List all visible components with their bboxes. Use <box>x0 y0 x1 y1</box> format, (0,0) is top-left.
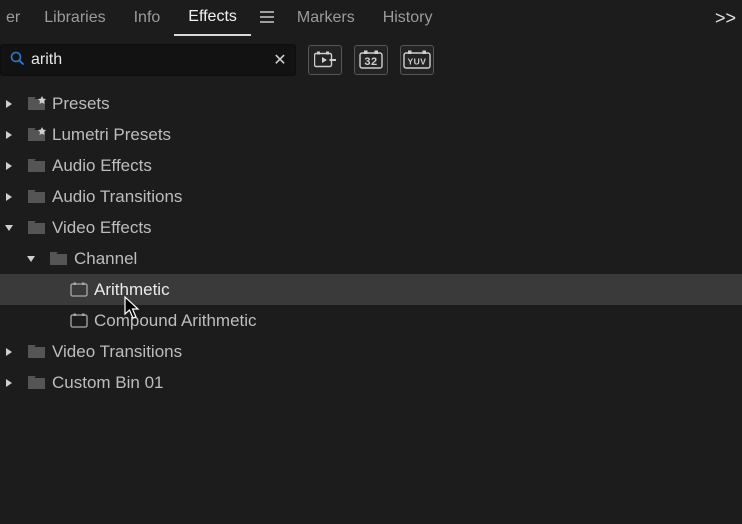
search-input[interactable] <box>25 45 269 75</box>
chevron-right-icon <box>2 347 16 357</box>
folder-icon <box>26 375 48 391</box>
tab-history[interactable]: History <box>369 0 447 36</box>
overflow-icon: >> <box>715 8 736 29</box>
effect-icon <box>68 313 90 329</box>
tab-info[interactable]: Info <box>120 0 175 36</box>
search-clear-button[interactable]: ✕ <box>269 49 291 71</box>
folder-label: Lumetri Presets <box>48 125 171 145</box>
effects-tree: Presets Lumetri Presets Audio Effects Au… <box>0 84 742 398</box>
folder-star-icon <box>26 96 48 112</box>
chevron-right-icon <box>2 378 16 388</box>
chevron-right-icon <box>2 192 16 202</box>
folder-icon <box>26 189 48 205</box>
folder-icon <box>26 220 48 236</box>
folder-custom-bin[interactable]: Custom Bin 01 <box>0 367 742 398</box>
panel-tab-bar: er Libraries Info Effects Markers Histor… <box>0 0 742 36</box>
tab-effects[interactable]: Effects <box>174 0 251 36</box>
folder-audio-effects[interactable]: Audio Effects <box>0 150 742 181</box>
chevron-right-icon <box>2 161 16 171</box>
badge-32-icon: 32 <box>359 50 383 70</box>
folder-lumetri-presets[interactable]: Lumetri Presets <box>0 119 742 150</box>
tab-label: Effects <box>188 8 237 26</box>
search-icon <box>9 50 25 70</box>
badge-yuv-icon: YUV <box>403 50 431 70</box>
folder-star-icon <box>26 127 48 143</box>
effect-arithmetic[interactable]: Arithmetic <box>0 274 742 305</box>
chevron-down-icon <box>24 254 38 264</box>
folder-presets[interactable]: Presets <box>0 88 742 119</box>
folder-label: Presets <box>48 94 110 114</box>
32bit-filter-button[interactable]: 32 <box>354 45 388 75</box>
folder-label: Audio Transitions <box>48 187 182 207</box>
tabs-overflow-button[interactable]: >> <box>709 0 742 36</box>
folder-label: Audio Effects <box>48 156 152 176</box>
folder-audio-transitions[interactable]: Audio Transitions <box>0 181 742 212</box>
folder-channel[interactable]: Channel <box>0 243 742 274</box>
svg-text:YUV: YUV <box>408 57 427 67</box>
tab-label: Markers <box>297 9 355 27</box>
folder-icon <box>26 158 48 174</box>
tab-label: Libraries <box>44 9 105 27</box>
folder-label: Video Effects <box>48 218 152 238</box>
folder-label: Video Transitions <box>48 342 182 362</box>
accelerated-effects-filter-button[interactable] <box>308 45 342 75</box>
chevron-right-icon <box>2 99 16 109</box>
chevron-right-icon <box>2 130 16 140</box>
effect-compound-arithmetic[interactable]: Compound Arithmetic <box>0 305 742 336</box>
effects-toolbar: ✕ 32 <box>0 36 742 84</box>
tab-truncated[interactable]: er <box>2 0 30 36</box>
chevron-down-icon <box>2 223 16 233</box>
folder-icon <box>26 344 48 360</box>
folder-video-transitions[interactable]: Video Transitions <box>0 336 742 367</box>
folder-label: Custom Bin 01 <box>48 373 164 393</box>
tab-label: er <box>6 9 20 27</box>
tab-libraries[interactable]: Libraries <box>30 0 119 36</box>
svg-text:32: 32 <box>364 56 377 68</box>
folder-video-effects[interactable]: Video Effects <box>0 212 742 243</box>
close-icon: ✕ <box>273 50 286 70</box>
folder-label: Channel <box>70 249 137 269</box>
folder-icon <box>48 251 70 267</box>
effect-icon <box>68 282 90 298</box>
tab-markers[interactable]: Markers <box>283 0 369 36</box>
effect-label: Arithmetic <box>90 280 170 300</box>
yuv-filter-button[interactable]: YUV <box>400 45 434 75</box>
effect-label: Compound Arithmetic <box>90 311 257 331</box>
search-box[interactable]: ✕ <box>0 44 296 76</box>
tab-label: Info <box>134 9 161 27</box>
tab-label: History <box>383 9 433 27</box>
accelerated-icon <box>314 51 336 69</box>
hamburger-icon <box>259 10 275 27</box>
panel-menu-button[interactable] <box>251 0 283 36</box>
